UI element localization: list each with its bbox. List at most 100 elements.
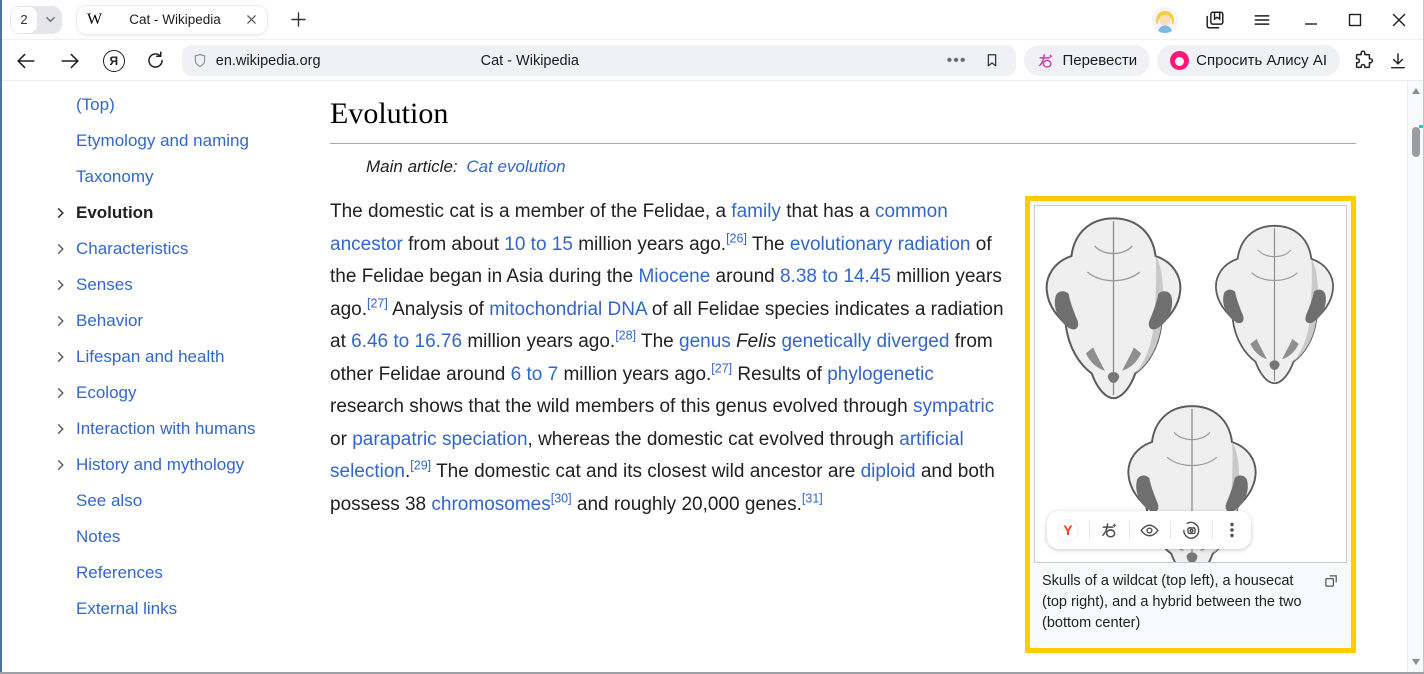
chevron-right-icon[interactable] (55, 424, 66, 435)
minimize-button[interactable] (1304, 13, 1318, 27)
article-link[interactable]: 6.46 to 16.76 (351, 331, 462, 352)
tab-counter-button[interactable]: 2 (10, 6, 62, 34)
reference-link[interactable]: [31] (802, 491, 823, 505)
toc-item-etymology[interactable]: Etymology and naming (40, 123, 312, 159)
back-button[interactable] (14, 49, 38, 73)
chevron-right-icon[interactable] (55, 460, 66, 471)
article-link[interactable]: evolutionary radiation (790, 234, 971, 255)
article-link[interactable]: Miocene (638, 266, 710, 287)
article-link[interactable]: diploid (861, 461, 916, 482)
chevron-right-icon[interactable] (55, 244, 66, 255)
toc-item-taxonomy[interactable]: Taxonomy (40, 159, 312, 195)
browser-window: 2 W Cat - Wikipedia (0, 0, 1424, 674)
tab-bar: 2 W Cat - Wikipedia (0, 0, 1424, 40)
body-text: The domestic cat and its closest wild an… (431, 461, 860, 482)
reload-button[interactable] (144, 49, 168, 73)
figure-caption: Skulls of a wildcat (top left), a housec… (1034, 563, 1347, 644)
eye-icon[interactable] (1139, 520, 1160, 541)
forward-button[interactable] (58, 49, 82, 73)
toc-item-external-links[interactable]: External links (40, 591, 312, 627)
body-text: from about (403, 234, 504, 255)
vertical-scrollbar[interactable] (1407, 81, 1423, 672)
body-text: around (710, 266, 780, 287)
address-bar[interactable]: en.wikipedia.org Cat - Wikipedia ••• (182, 45, 1017, 76)
reference-link[interactable]: [27] (711, 361, 732, 375)
article-link[interactable]: 6 to 7 (511, 364, 559, 385)
toc-item-ecology[interactable]: Ecology (40, 375, 312, 411)
more-actions-icon[interactable]: ••• (947, 52, 967, 70)
translate-image-icon[interactable] (1100, 521, 1119, 540)
page-content: (Top) Etymology and naming Taxonomy Evol… (2, 81, 1407, 672)
downloads-icon[interactable] (1388, 51, 1408, 71)
article-link[interactable]: phylogenetic (827, 364, 934, 385)
bookmark-icon[interactable] (984, 52, 1000, 69)
enlarge-icon[interactable] (1324, 573, 1339, 588)
tab-count[interactable]: 2 (11, 7, 37, 33)
yandex-search-icon[interactable]: Y (1057, 519, 1079, 541)
ask-alice-button[interactable]: Спросить Алису AI (1157, 45, 1340, 76)
image-search-lens-icon[interactable] (1181, 520, 1202, 541)
toc-item-references[interactable]: References (40, 555, 312, 591)
menu-icon[interactable] (1252, 10, 1272, 30)
toc-item-see-also[interactable]: See also (40, 483, 312, 519)
close-button[interactable] (1392, 13, 1406, 27)
chevron-right-icon[interactable] (55, 352, 66, 363)
body-text: The domestic cat is a member of the Feli… (330, 201, 731, 222)
article-link[interactable]: 10 to 15 (504, 234, 573, 255)
scrollbar-thumb[interactable] (1412, 127, 1420, 157)
tab-title: Cat - Wikipedia (112, 12, 238, 27)
article-link[interactable]: chromosomes (431, 494, 550, 515)
toc-item-top[interactable]: (Top) (40, 87, 312, 123)
chevron-right-icon[interactable] (55, 388, 66, 399)
url-text[interactable]: en.wikipedia.org (216, 53, 321, 69)
figure-caption-text: Skulls of a wildcat (top left), a housec… (1042, 573, 1302, 631)
chevron-down-icon[interactable] (38, 14, 62, 25)
yandex-button[interactable]: Я (102, 49, 126, 73)
window-border-left (0, 0, 2, 674)
article-link[interactable]: genus (679, 331, 731, 352)
reference-link[interactable]: [29] (410, 459, 431, 473)
scroll-down-arrow[interactable] (1412, 659, 1420, 665)
extensions-icon[interactable] (1352, 50, 1374, 72)
skulls-image[interactable]: Y (1034, 205, 1347, 563)
maximize-button[interactable] (1348, 13, 1362, 27)
chevron-right-icon[interactable] (55, 316, 66, 327)
body-text: that has a (781, 201, 875, 222)
reference-link[interactable]: [30] (551, 491, 572, 505)
toc-item-characteristics[interactable]: Characteristics (40, 231, 312, 267)
reference-link[interactable]: [26] (726, 231, 747, 245)
toc-item-history[interactable]: History and mythology (40, 447, 312, 483)
toc-item-lifespan[interactable]: Lifespan and health (40, 339, 312, 375)
scroll-up-arrow[interactable] (1412, 88, 1420, 94)
reference-link[interactable]: [27] (367, 296, 388, 310)
body-text: The (747, 234, 790, 255)
toc-item-notes[interactable]: Notes (40, 519, 312, 555)
section-heading: Evolution (330, 97, 1356, 144)
alice-avatar[interactable] (1152, 7, 1178, 33)
browser-toolbar: Я en.wikipedia.org Cat - Wikipedia ••• П… (0, 41, 1424, 81)
site-security-shield-icon[interactable] (192, 52, 208, 69)
tab-close-icon[interactable] (246, 14, 257, 25)
chevron-right-icon[interactable] (55, 208, 66, 219)
panels-icon[interactable] (1204, 9, 1226, 31)
body-text: million years ago. (462, 331, 615, 352)
article-link[interactable]: genetically diverged (781, 331, 949, 352)
chevron-right-icon[interactable] (55, 280, 66, 291)
translate-button[interactable]: Перевести (1024, 45, 1150, 76)
toc-item-interaction[interactable]: Interaction with humans (40, 411, 312, 447)
article-link[interactable]: mitochondrial DNA (489, 299, 646, 320)
toc-item-senses[interactable]: Senses (40, 267, 312, 303)
article-link[interactable]: 8.38 to 14.45 (780, 266, 891, 287)
kebab-menu-icon[interactable] (1223, 521, 1241, 539)
reference-link[interactable]: [28] (615, 329, 636, 343)
new-tab-button[interactable] (284, 6, 312, 34)
body-text: and roughly 20,000 genes. (572, 494, 802, 515)
article-link[interactable]: sympatric (913, 396, 994, 417)
body-text: million years ago. (558, 364, 711, 385)
tab-cat-wikipedia[interactable]: W Cat - Wikipedia (76, 5, 268, 35)
toc-item-behavior[interactable]: Behavior (40, 303, 312, 339)
article-link[interactable]: parapatric speciation (352, 429, 527, 450)
toc-item-evolution[interactable]: Evolution (40, 195, 312, 231)
hatnote-link[interactable]: Cat evolution (466, 157, 565, 176)
article-link[interactable]: family (731, 201, 781, 222)
